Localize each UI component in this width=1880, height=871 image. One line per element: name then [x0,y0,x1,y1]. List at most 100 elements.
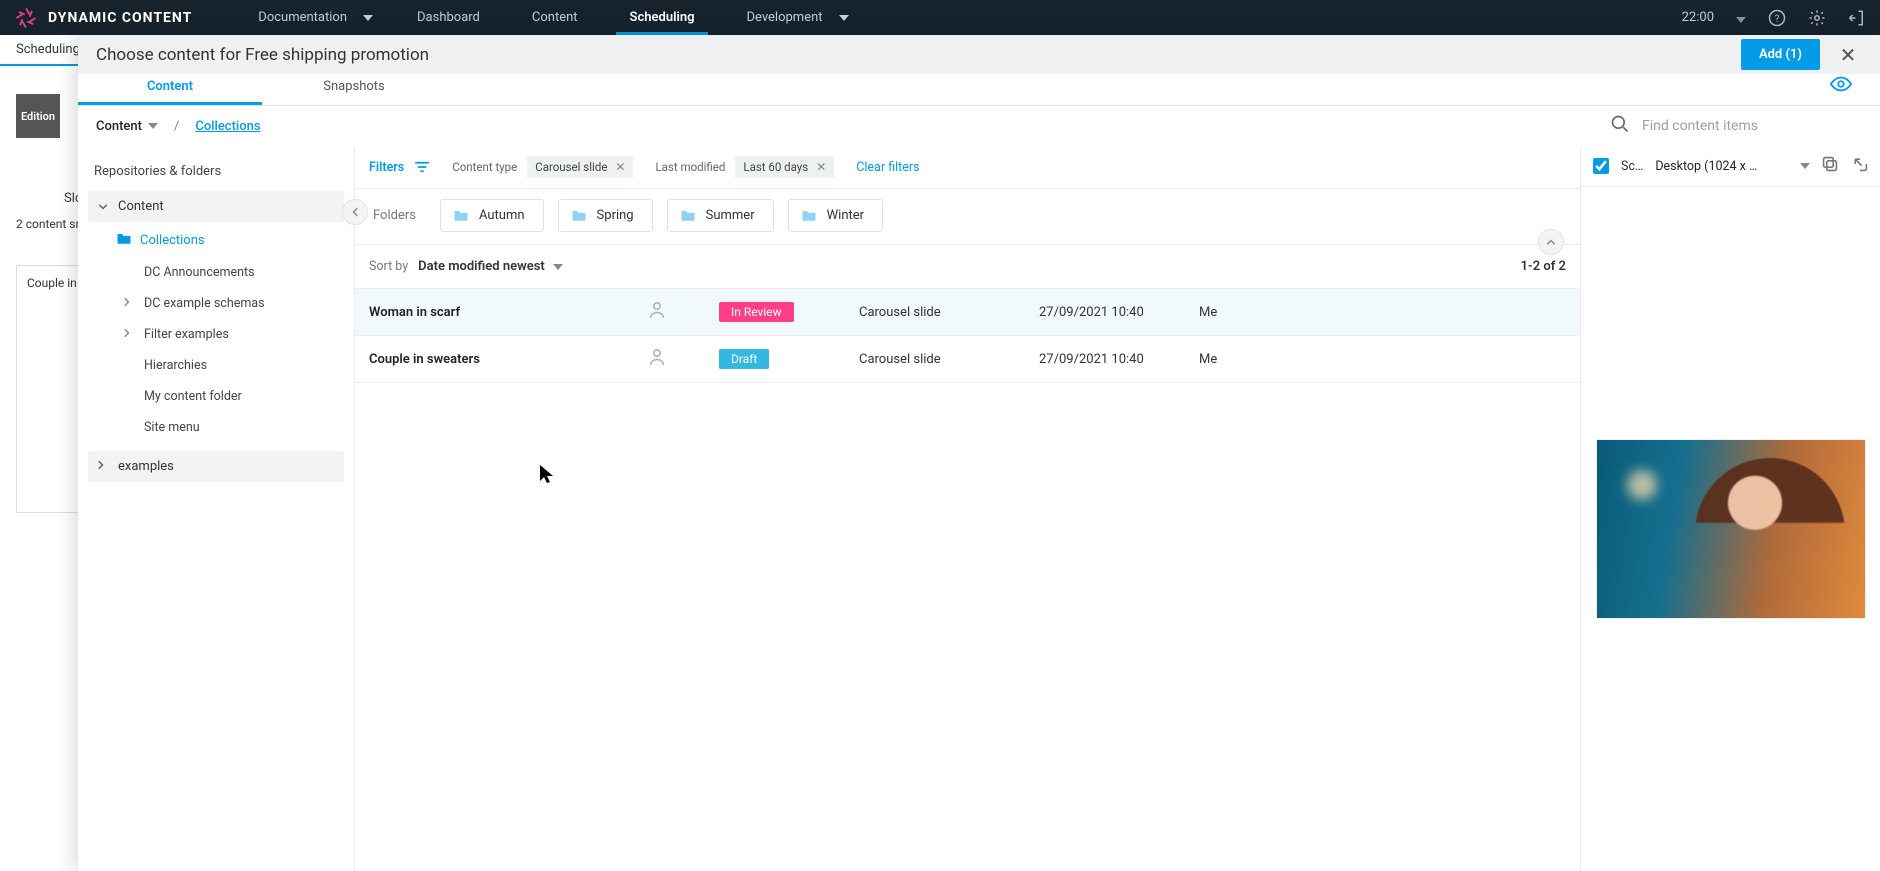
eye-icon[interactable] [1830,73,1852,105]
chip-label: Last 60 days [743,160,808,174]
tree-label: Site menu [144,420,200,435]
folder-label: Winter [827,208,864,223]
nav-label: Content [532,10,578,25]
filters-row: Filters Content type Carousel slide ✕ La… [355,146,1580,189]
sort-row: Sort by Date modified newest 1-2 of 2 [355,245,1580,288]
breadcrumb-row: Content / Collections [78,106,1880,146]
open-icon[interactable] [1852,156,1868,176]
nav-dashboard[interactable]: Dashboard [391,0,506,35]
tree-item[interactable]: Filter examples [88,319,344,350]
tree-item[interactable]: DC Announcements [88,257,344,288]
tree-label: DC Announcements [144,265,255,280]
tab-snapshots[interactable]: Snapshots [262,79,446,105]
chevron-down-icon [839,15,849,21]
bg-edition-badge[interactable]: Edition [16,94,60,138]
filter-chip-content-type[interactable]: Carousel slide ✕ [527,156,633,178]
bg-scheduling-tab[interactable]: Scheduling [0,35,78,66]
breadcrumb-collections[interactable]: Collections [195,119,260,134]
chevron-down-icon [1800,163,1810,169]
tree-label: Filter examples [144,327,229,342]
bg-snapshot-count: 2 content sn [16,217,82,231]
filter-key: Content type [452,160,517,174]
device-label: Desktop (1024 x … [1655,159,1757,174]
tree-label: examples [118,459,174,474]
collapse-sidebar-button[interactable] [342,199,368,225]
nav-label: Documentation [258,10,347,25]
close-icon[interactable]: ✕ [1834,43,1862,67]
search-wrap [1610,114,1862,138]
breadcrumb-content[interactable]: Content [96,119,158,134]
content-list-panel: Filters Content type Carousel slide ✕ La… [354,146,1580,871]
preview-body [1581,187,1880,871]
tree-root-content[interactable]: Content [88,191,344,222]
filter-chip-last-modified[interactable]: Last 60 days ✕ [735,156,834,178]
folder-spring[interactable]: Spring [558,199,653,232]
choose-content-modal: Choose content for Free shipping promoti… [78,35,1880,871]
tree-item[interactable]: Site menu [88,412,344,443]
content-row[interactable]: Couple in sweaters Draft Carousel slide … [355,335,1580,383]
brand-name: DYNAMIC CONTENT [48,10,192,26]
logout-icon[interactable] [1848,9,1866,27]
nav-development[interactable]: Development [720,0,866,35]
nav-right: 22:00 [1682,8,1866,27]
content-rows: Woman in scarf In Review Carousel slide … [355,288,1580,383]
bg-card-title: Couple in [27,276,77,290]
chevron-right-icon [98,459,110,474]
nav-label: Scheduling [630,10,695,25]
chip-label: Carousel slide [535,160,607,174]
tree-label: Content [118,199,164,214]
tree-item[interactable]: DC example schemas [88,288,344,319]
tree-root-examples[interactable]: examples [88,451,344,482]
tree-collections[interactable]: Collections [88,224,344,257]
device-dropdown[interactable]: Desktop (1024 x … [1655,159,1788,174]
row-type: Carousel slide [859,305,1039,320]
gear-icon[interactable] [1808,9,1826,27]
tree-item[interactable]: My content folder [88,381,344,412]
nav-scheduling[interactable]: Scheduling [604,0,721,35]
add-button[interactable]: Add (1) [1741,39,1820,70]
modal-title: Choose content for Free shipping promoti… [96,45,429,65]
tree-label: Collections [140,233,205,248]
row-type: Carousel slide [859,352,1039,367]
folder-label: Autumn [479,208,525,223]
chevron-right-icon [124,327,136,342]
sort-by-label: Sort by [369,259,408,274]
user-icon [649,301,719,323]
folder-winter[interactable]: Winter [788,199,883,232]
nav-content[interactable]: Content [506,0,604,35]
copy-icon[interactable] [1822,156,1838,176]
nav-time[interactable]: 22:00 [1682,10,1714,25]
row-author: Me [1199,305,1566,320]
repositories-sidebar: Repositories & folders Content Collectio… [78,146,354,871]
folder-label: Spring [597,208,634,223]
chevron-down-icon[interactable] [1736,8,1746,27]
close-icon[interactable]: ✕ [615,160,625,174]
tree-item[interactable]: Hierarchies [88,350,344,381]
sort-dropdown[interactable]: Date modified newest [418,259,563,274]
brand: DYNAMIC CONTENT [14,6,192,30]
folder-summer[interactable]: Summer [667,199,774,232]
row-date: 27/09/2021 10:40 [1039,305,1199,320]
preview-card [1596,439,1866,619]
tree-label: My content folder [144,389,242,404]
clear-filters-link[interactable]: Clear filters [856,160,919,175]
search-input[interactable] [1642,118,1862,134]
tab-content[interactable]: Content [78,79,262,105]
row-author: Me [1199,352,1566,367]
status-badge: Draft [719,349,769,369]
content-row[interactable]: Woman in scarf In Review Carousel slide … [355,288,1580,335]
preview-panel: Sc… Desktop (1024 x … [1580,146,1880,871]
preview-checkbox[interactable] [1593,158,1609,174]
chevron-right-icon [124,296,136,311]
filter-content-type: Content type Carousel slide ✕ [452,156,633,178]
chevron-down-icon [363,15,373,21]
row-name: Woman in scarf [369,305,649,320]
filters-button[interactable]: Filters [369,160,430,175]
collapse-folders-button[interactable] [1538,229,1564,255]
sidebar-title: Repositories & folders [88,160,344,189]
search-icon[interactable] [1610,114,1630,138]
nav-documentation[interactable]: Documentation [232,0,391,35]
folder-autumn[interactable]: Autumn [440,199,544,232]
help-icon[interactable] [1768,9,1786,27]
close-icon[interactable]: ✕ [816,160,826,174]
